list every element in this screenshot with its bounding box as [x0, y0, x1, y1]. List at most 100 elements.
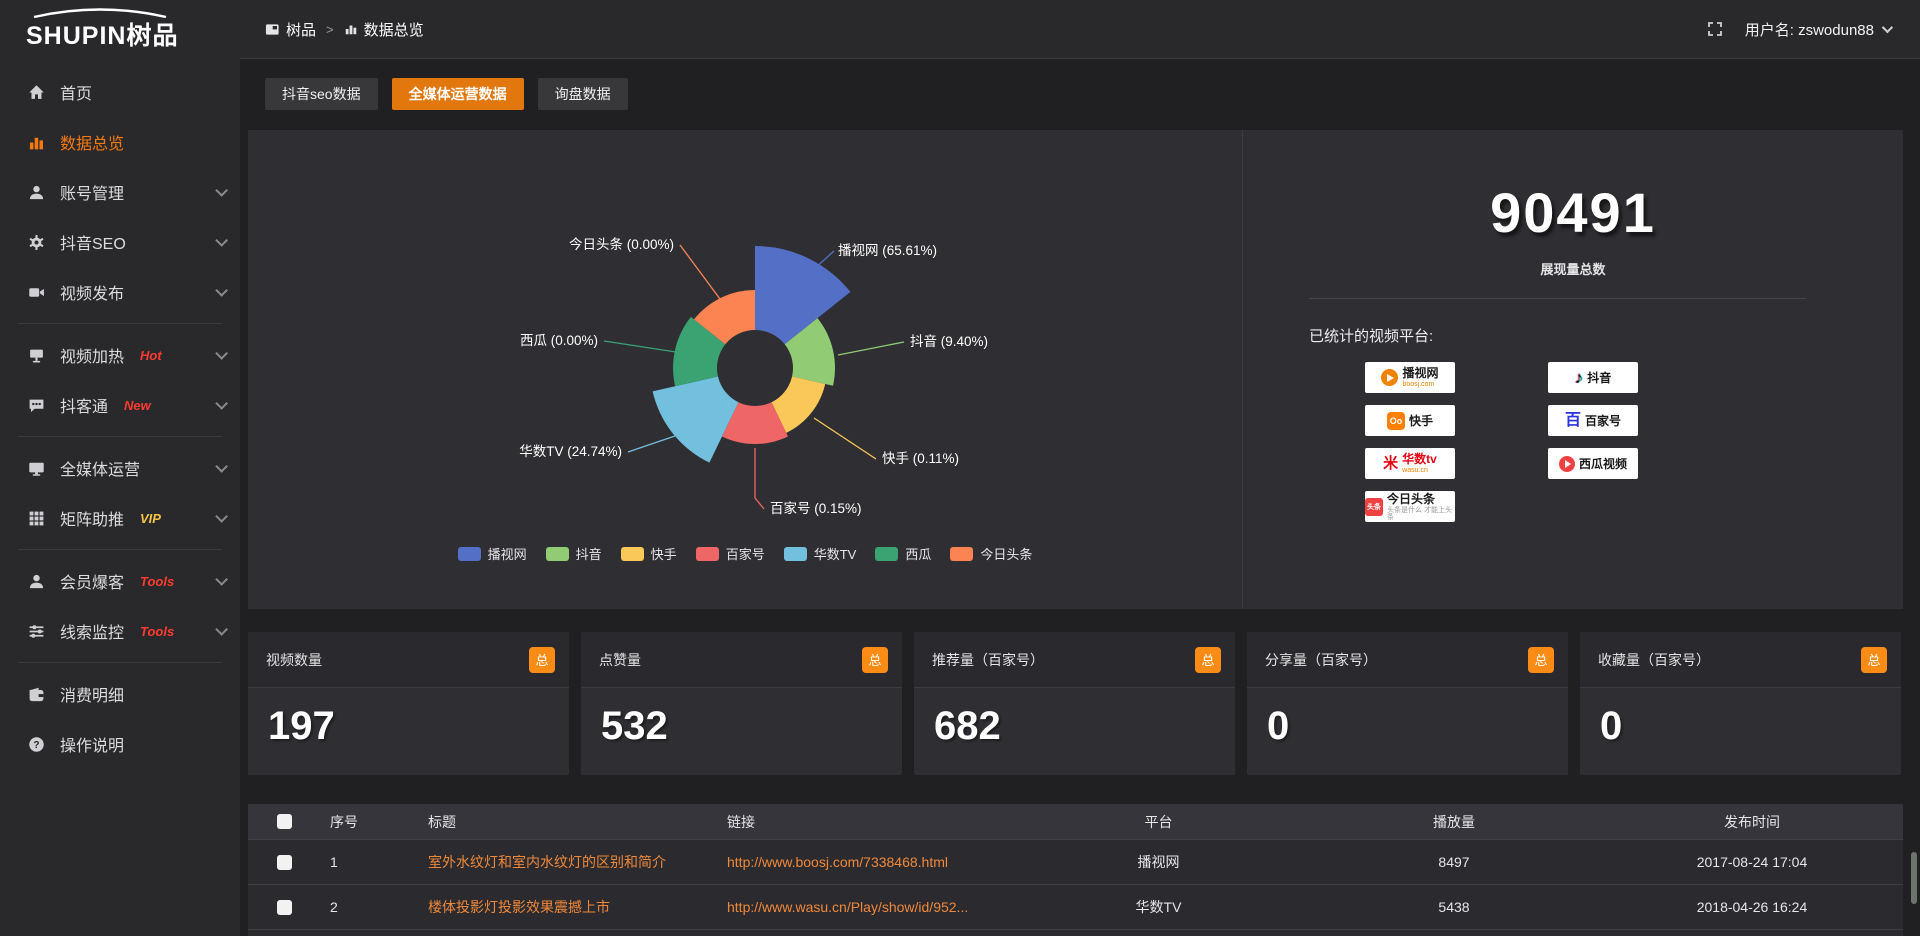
cell-link: http://www.wasu.cn/Play/show/id/952... — [717, 899, 1010, 915]
row-checkbox[interactable] — [277, 855, 292, 870]
page: SHUPIN树品 首页数据总览账号管理抖音SEO视频发布视频加热Hot抖客通Ne… — [0, 0, 1920, 936]
sidebar-item-账号管理[interactable]: 账号管理 — [0, 167, 240, 217]
video-title-link[interactable]: 楼体投影灯投影效果震撼上市 — [428, 899, 610, 915]
xigua-logo-icon — [1559, 456, 1575, 472]
home-icon — [28, 83, 46, 101]
breadcrumb-home-label: 树品 — [286, 19, 316, 40]
pie-label-今日头条: 今日头条 (0.00%) — [569, 236, 674, 252]
row-checkbox-cell — [248, 855, 320, 870]
cell-title: 室外水纹灯和室内水纹灯的区别和简介 — [418, 852, 717, 872]
platform-name: 快手 — [1409, 415, 1433, 427]
legend-swatch — [458, 547, 481, 561]
sidebar-item-线索监控[interactable]: 线索监控Tools — [0, 606, 240, 656]
chevron-down-icon — [215, 510, 228, 523]
legend-item-今日头条[interactable]: 今日头条 — [950, 544, 1032, 563]
fullscreen-button[interactable] — [1707, 21, 1723, 37]
sidebar-item-抖音SEO[interactable]: 抖音SEO — [0, 217, 240, 267]
select-all-checkbox[interactable] — [277, 814, 292, 829]
sidebar-divider — [18, 436, 222, 437]
tab-询盘数据[interactable]: 询盘数据 — [538, 78, 628, 110]
legend-label: 西瓜 — [905, 544, 931, 563]
legend-item-播视网[interactable]: 播视网 — [458, 544, 527, 563]
logo-text: SHUPIN树品 — [26, 16, 178, 52]
cell-link: http://www.boosj.com/7338468.html — [717, 854, 1010, 870]
stat-card-header: 点赞量总 — [581, 632, 902, 688]
legend-swatch — [696, 547, 719, 561]
video-title-link[interactable]: 室外水纹灯和室内水纹灯的区别和简介 — [428, 854, 666, 870]
douyin-logo-icon: ♪ — [1575, 369, 1584, 386]
user-menu[interactable]: 用户名: zswodun88 — [1745, 19, 1890, 40]
platform-name: 西瓜视频 — [1579, 458, 1627, 470]
platform-name: 抖音 — [1587, 372, 1611, 384]
platform-badge-今日头条: 头条今日头条头条是什么 才能上头条 — [1365, 491, 1455, 522]
breadcrumb-current[interactable]: 数据总览 — [344, 19, 424, 40]
cell-platform: 播视网 — [1010, 852, 1307, 872]
pie-label-华数TV: 华数TV (24.74%) — [519, 444, 622, 459]
impressions-total-value: 90491 — [1243, 180, 1903, 245]
breadcrumb-separator: > — [326, 22, 334, 37]
scrollbar-thumb[interactable] — [1911, 852, 1917, 904]
legend-label: 华数TV — [814, 544, 857, 563]
total-badge: 总 — [1528, 647, 1554, 673]
platform-sub: boosj.com — [1402, 381, 1434, 388]
tab-抖音seo数据[interactable]: 抖音seo数据 — [265, 78, 378, 110]
sidebar-divider — [18, 549, 222, 550]
tab-全媒体运营数据[interactable]: 全媒体运营数据 — [392, 78, 524, 110]
stat-card-value: 0 — [1580, 688, 1901, 749]
platforms-grid: 播视网boosj.com♪抖音Oo快手百百家号米华数tvwasu.cn西瓜视频头… — [1365, 362, 1903, 522]
legend-item-快手[interactable]: 快手 — [621, 544, 677, 563]
chevron-down-icon — [215, 234, 228, 247]
stat-card-title: 分享量（百家号） — [1265, 650, 1377, 670]
cell-time: 2017-08-24 17:04 — [1601, 854, 1903, 870]
platform-sub: 头条是什么 才能上头条 — [1387, 507, 1455, 521]
total-badge: 总 — [1195, 647, 1221, 673]
sidebar-item-抖客通[interactable]: 抖客通New — [0, 380, 240, 430]
breadcrumb-home[interactable]: 树品 — [265, 19, 316, 40]
stat-card-点赞量: 点赞量总532 — [581, 632, 902, 775]
cell-title: 楼体投影灯投影效果震撼上市 — [418, 897, 717, 917]
sidebar-item-label: 账号管理 — [60, 180, 124, 204]
pie-label-line-华数TV — [628, 436, 675, 452]
stat-card-value: 197 — [248, 688, 569, 749]
video-url-link[interactable]: http://www.boosj.com/7338468.html — [727, 854, 948, 870]
platform-badge-百家号: 百百家号 — [1548, 405, 1638, 436]
legend-item-百家号[interactable]: 百家号 — [696, 544, 765, 563]
sidebar-item-消费明细[interactable]: 消费明细 — [0, 669, 240, 719]
sidebar-item-会员爆客[interactable]: 会员爆客Tools — [0, 556, 240, 606]
kuaishou-logo-icon: Oo — [1387, 412, 1405, 430]
legend-swatch — [784, 547, 807, 561]
legend-item-华数TV[interactable]: 华数TV — [784, 544, 857, 563]
logo-arc — [30, 8, 170, 18]
gear-icon — [28, 233, 46, 251]
sidebar-item-全媒体运营[interactable]: 全媒体运营 — [0, 443, 240, 493]
sidebar-item-label: 会员爆客 — [60, 569, 124, 593]
breadcrumb-current-label: 数据总览 — [364, 19, 424, 40]
sidebar-item-视频发布[interactable]: 视频发布 — [0, 267, 240, 317]
sidebar-item-视频加热[interactable]: 视频加热Hot — [0, 330, 240, 380]
table-header-播放量: 播放量 — [1307, 812, 1601, 832]
app-icon — [265, 22, 280, 37]
boosj-logo-icon — [1381, 369, 1398, 386]
sidebar-item-label: 首页 — [60, 80, 92, 104]
platform-badge-西瓜视频: 西瓜视频 — [1548, 448, 1638, 479]
legend-item-西瓜[interactable]: 西瓜 — [875, 544, 931, 563]
chevron-down-icon — [215, 397, 228, 410]
video-url-link[interactable]: http://www.wasu.cn/Play/show/id/952... — [727, 899, 968, 915]
table-header-序号: 序号 — [320, 812, 418, 832]
cell-views: 5438 — [1307, 899, 1601, 915]
sidebar-item-操作说明[interactable]: ?操作说明 — [0, 719, 240, 769]
chart-legend: 播视网 抖音快手百家号 华数TV 西瓜今日头条 — [248, 544, 1242, 563]
row-checkbox[interactable] — [277, 900, 292, 915]
sidebar-item-矩阵助推[interactable]: 矩阵助推VIP — [0, 493, 240, 543]
stat-card-header: 推荐量（百家号）总 — [914, 632, 1235, 688]
baijiahao-logo-icon: 百 — [1565, 413, 1581, 429]
sidebar-item-数据总览[interactable]: 数据总览 — [0, 117, 240, 167]
sidebar-item-label: 线索监控 — [60, 619, 124, 643]
legend-label: 播视网 — [488, 544, 527, 563]
stat-card-value: 682 — [914, 688, 1235, 749]
sidebar-item-label: 操作说明 — [60, 732, 124, 756]
table-row: 2楼体投影灯投影效果震撼上市http://www.wasu.cn/Play/sh… — [248, 885, 1903, 930]
legend-item-抖音[interactable]: 抖音 — [546, 544, 602, 563]
legend-label: 抖音 — [576, 544, 602, 563]
sidebar-item-首页[interactable]: 首页 — [0, 67, 240, 117]
